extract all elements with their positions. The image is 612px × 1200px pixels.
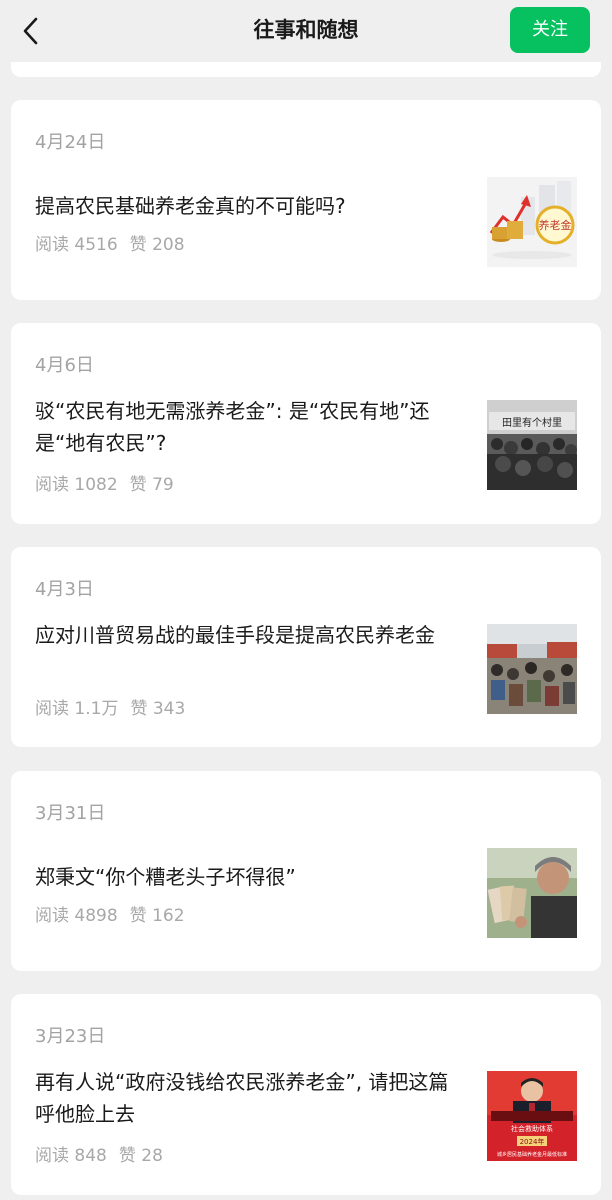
article-stats: 阅读 4898 赞 162 <box>35 901 185 926</box>
article-card[interactable]: 4月6日 驳“农民有地无需涨养老金”: 是“农民有地”还是“地有农民”? 阅读 … <box>11 323 601 524</box>
article-card[interactable]: 3月31日 郑秉文“你个糟老头子坏得很” 阅读 4898 赞 162 <box>11 771 601 971</box>
article-date: 4月6日 <box>35 355 94 376</box>
like-count: 赞 343 <box>130 699 186 719</box>
top-bar: 往事和随想 关注 <box>0 0 612 62</box>
article-stats: 阅读 4516 赞 208 <box>35 230 185 255</box>
article-date: 4月3日 <box>35 579 94 600</box>
article-title: 驳“农民有地无需涨养老金”: 是“农民有地”还是“地有农民”? <box>35 399 430 455</box>
read-count: 阅读 1082 <box>35 475 118 495</box>
read-count: 阅读 4516 <box>35 235 118 255</box>
article-thumbnail: 田里有个村里 <box>487 400 577 490</box>
like-count: 赞 28 <box>118 1146 163 1166</box>
like-count: 赞 79 <box>129 475 174 495</box>
thumbnail-text: 田里有个村里 <box>502 416 562 429</box>
article-thumbnail <box>487 848 577 938</box>
like-count: 赞 162 <box>129 906 185 926</box>
follow-button[interactable]: 关注 <box>510 7 590 53</box>
article-date: 3月31日 <box>35 803 106 824</box>
article-stats: 阅读 848 赞 28 <box>35 1141 163 1166</box>
article-stats: 阅读 1.1万赞 343 <box>35 694 185 719</box>
article-title: 郑秉文“你个糟老头子坏得很” <box>35 865 296 889</box>
article-title: 提高农民基础养老金真的不可能吗? <box>35 194 346 218</box>
like-count: 赞 208 <box>129 235 185 255</box>
article-date: 4月24日 <box>35 132 106 153</box>
thumbnail-text: 2024年 <box>520 1137 545 1146</box>
thumbnail-text: 社会救助体系 <box>511 1124 553 1133</box>
article-thumbnail: 养老金 <box>487 177 577 267</box>
article-title: 应对川普贸易战的最佳手段是提高农民养老金 <box>35 623 435 647</box>
article-title: 再有人说“政府没钱给农民涨养老金”, 请把这篇呼他脸上去 <box>35 1070 449 1126</box>
article-card[interactable]: 4月3日 应对川普贸易战的最佳手段是提高农民养老金 阅读 1.1万赞 343 <box>11 547 601 747</box>
article-card[interactable]: 3月23日 再有人说“政府没钱给农民涨养老金”, 请把这篇呼他脸上去 阅读 84… <box>11 994 601 1195</box>
thumbnail-text: 养老金 <box>539 218 572 232</box>
read-count: 阅读 848 <box>35 1146 107 1166</box>
article-date: 3月23日 <box>35 1026 106 1047</box>
article-thumbnail <box>487 624 577 714</box>
read-count: 阅读 4898 <box>35 906 118 926</box>
article-thumbnail: 社会救助体系 2024年 城乡居民基础养老金月最低标准 <box>487 1071 577 1161</box>
article-stats: 阅读 1082 赞 79 <box>35 470 174 495</box>
article-card[interactable]: 4月24日 提高农民基础养老金真的不可能吗? 阅读 4516 赞 208 养老金 <box>11 100 601 300</box>
thumbnail-text: 城乡居民基础养老金月最低标准 <box>497 1151 567 1158</box>
read-count: 阅读 1.1万 <box>35 699 119 719</box>
